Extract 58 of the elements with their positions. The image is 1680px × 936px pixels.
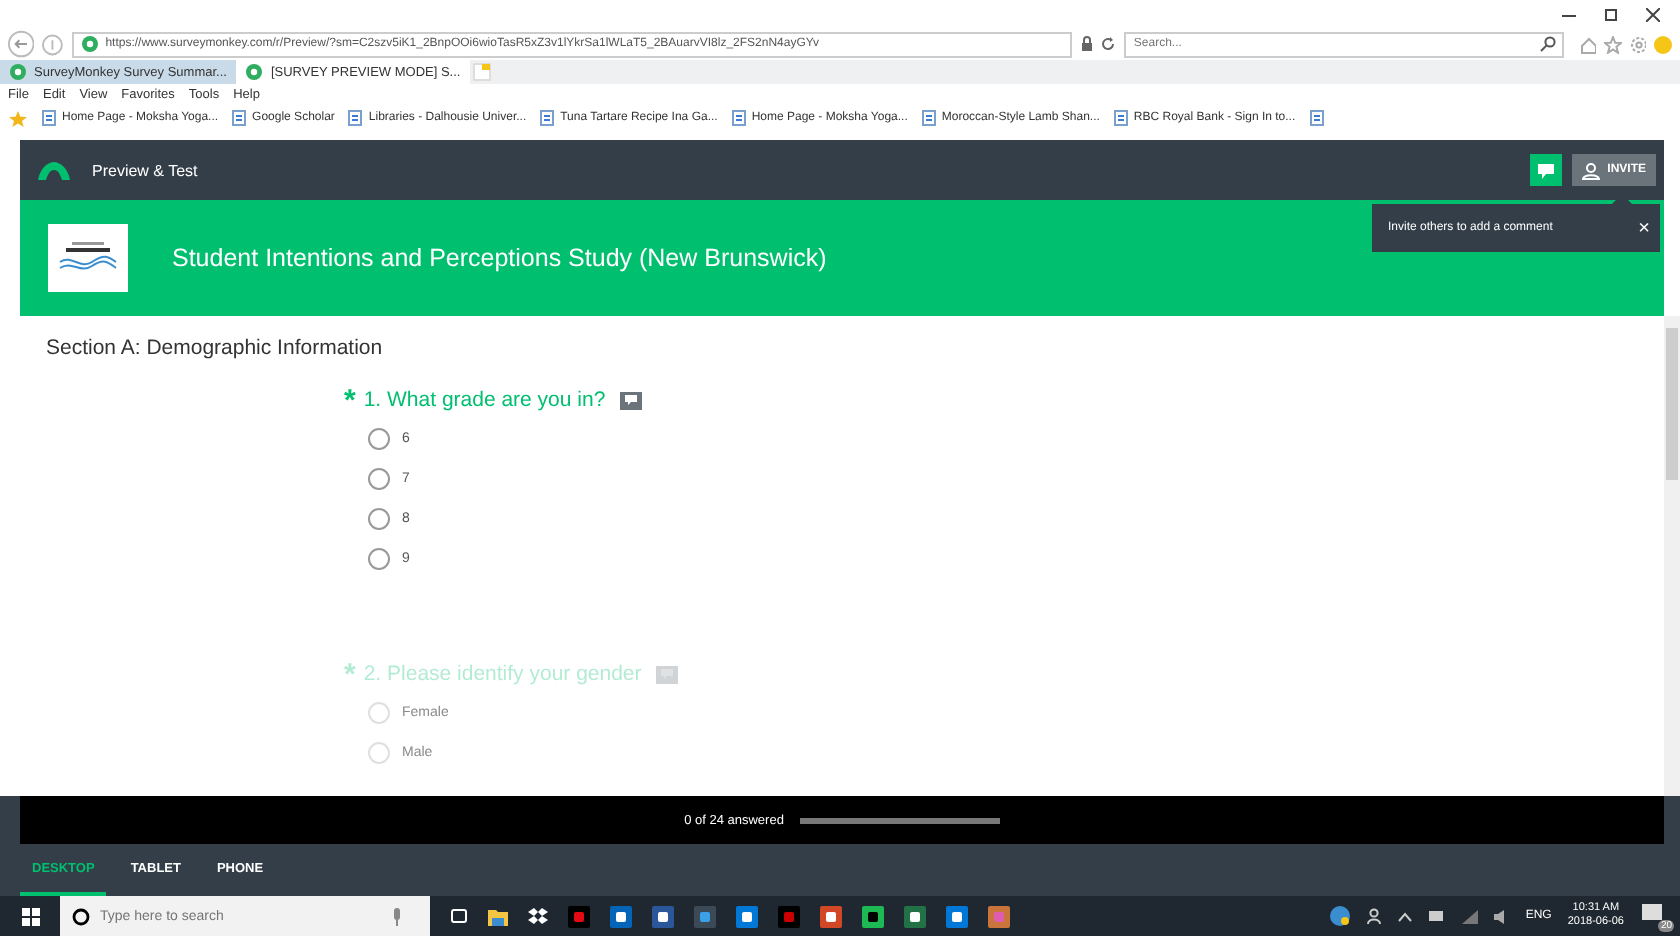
favicon-icon — [81, 36, 98, 52]
back-icon[interactable] — [8, 30, 35, 58]
question-title: 1. What grade are you in? — [363, 388, 606, 412]
required-mark: * — [344, 657, 356, 691]
speaker-icon[interactable] — [1493, 909, 1510, 923]
app-icon[interactable] — [904, 905, 926, 927]
radio-button[interactable] — [368, 507, 390, 529]
app-icon[interactable] — [652, 905, 674, 927]
tooltip-close-button[interactable]: × — [1638, 217, 1650, 239]
app-icon[interactable] — [736, 905, 758, 927]
scrollbar[interactable] — [1664, 316, 1680, 796]
app-icon[interactable] — [610, 905, 632, 927]
chevron-up-icon[interactable] — [1397, 911, 1412, 921]
radio-button[interactable] — [368, 427, 390, 449]
wave-logo-icon — [56, 240, 120, 276]
survey-title: Student Intentions and Perceptions Study (New Brunswick) — [172, 244, 827, 272]
people-icon[interactable] — [1365, 908, 1382, 924]
microphone-icon[interactable] — [392, 907, 402, 925]
page-icon — [1309, 110, 1324, 126]
page-icon — [540, 110, 555, 126]
app-icon[interactable] — [946, 905, 968, 927]
lock-icon — [1079, 36, 1093, 52]
windows-icon[interactable] — [21, 907, 39, 925]
task-view-icon[interactable] — [450, 908, 468, 924]
page-icon — [348, 110, 363, 126]
folder-icon[interactable] — [488, 907, 508, 925]
required-mark: * — [344, 383, 356, 417]
page-icon — [232, 110, 247, 126]
page-icon — [1113, 110, 1128, 126]
wifi-icon[interactable] — [1461, 909, 1478, 923]
favicon-icon — [10, 64, 26, 80]
star-icon[interactable] — [1604, 35, 1622, 53]
app-icon[interactable] — [862, 905, 884, 927]
speech-bubble-icon — [623, 394, 638, 406]
comment-button[interactable] — [619, 391, 642, 409]
search-icon[interactable] — [1539, 36, 1556, 52]
section-heading: Section A: Demographic Information — [46, 336, 385, 360]
restore-icon[interactable] — [1604, 7, 1618, 21]
page-icon — [42, 110, 56, 126]
question-title: 2. Please identify your gender — [363, 662, 642, 686]
page-title: Preview & Test — [92, 161, 198, 179]
comment-button[interactable] — [1529, 154, 1562, 186]
radio-button[interactable] — [368, 547, 390, 569]
favicon-icon — [246, 64, 263, 80]
page-icon — [921, 110, 936, 126]
help-icon[interactable] — [1329, 906, 1350, 926]
app-icon[interactable] — [820, 905, 842, 927]
refresh-icon[interactable] — [1100, 36, 1116, 52]
speech-bubble-icon — [659, 668, 674, 680]
close-icon[interactable] — [1646, 7, 1660, 21]
favorites-star-icon[interactable] — [8, 109, 28, 127]
radio-button[interactable] — [368, 467, 390, 489]
page-icon — [731, 110, 746, 126]
speech-bubble-icon — [1535, 161, 1556, 179]
person-icon — [1581, 161, 1600, 179]
notification-icon[interactable] — [1640, 902, 1664, 926]
dropbox-icon[interactable] — [528, 907, 548, 925]
logo-icon[interactable] — [36, 158, 72, 182]
